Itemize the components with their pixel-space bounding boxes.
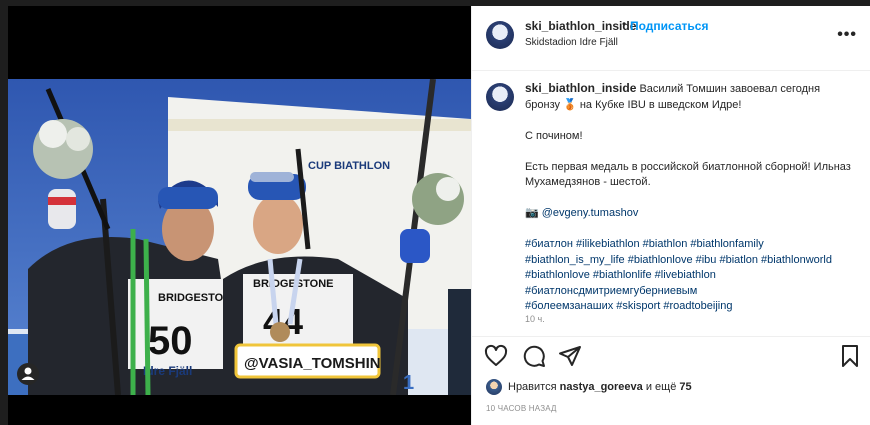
liker-avatar[interactable] [486,379,502,395]
banner-text: CUP BIATHLON [308,160,390,172]
author-username[interactable]: ski_biathlon_inside [525,19,636,33]
post-timestamp[interactable]: 10 ЧАСОВ НАЗАД [486,404,557,413]
photo-tag-label: @VASIA_TOMSHIN [244,355,381,372]
post-location[interactable]: Skidstadion Idre Fjäll [525,37,618,48]
liker-username[interactable]: nastya_goreeva [560,381,643,393]
comment-icon[interactable] [522,344,546,368]
hashtags-line-2[interactable]: #biathlon_is_my_life #biathlonlove #ibu … [525,254,832,266]
venue-left: Idre Fjäll [143,364,192,378]
hashtags-line-4[interactable]: #биатлонсдмитриемгуберниевым [525,285,697,297]
photo-credit-link[interactable]: 📷 @evgeny.tumashov [525,207,638,219]
likes-middle: и ещё [642,380,680,393]
hashtags-line-3[interactable]: #biathlonlove #biathlonlife #livebiathlo… [525,269,716,281]
heart-icon[interactable] [484,344,508,368]
likes-prefix: Нравится [508,380,560,393]
action-bar [472,338,870,374]
follow-button[interactable]: Подписаться [630,19,708,33]
caption-line-2: С почином! [525,129,583,142]
caption-avatar[interactable] [486,83,514,111]
caption-line-3: Есть первая медаль в российской биатлонн… [525,160,851,189]
caption-username[interactable]: ski_biathlon_inside [525,81,636,95]
svg-text:1: 1 [403,372,414,394]
biathletes-photo: CUP BIATHLON BRIDGESTONE 50 Idre Fjäll B… [8,79,471,395]
post-side-panel: ski_biathlon_inside • Подписаться Skidst… [471,6,870,425]
likes-count[interactable]: 75 [679,381,691,393]
post-photo[interactable]: CUP BIATHLON BRIDGESTONE 50 Idre Fjäll B… [8,79,471,395]
bib-left: 50 [148,319,193,363]
separator-dot: • [622,17,627,31]
post-header: ski_biathlon_inside • Подписаться Skidst… [472,6,870,71]
share-icon[interactable] [558,344,582,368]
caption-time: 10 ч. [525,314,545,324]
post-caption: ski_biathlon_inside Василий Томшин завое… [472,71,870,337]
hashtags: #биатлон #ilikebiathlon #biathlon #biath… [525,237,855,315]
author-avatar[interactable] [486,21,514,49]
caption-text: ski_biathlon_inside Василий Томшин завое… [525,81,855,315]
hashtags-line-1[interactable]: #биатлон #ilikebiathlon #biathlon #biath… [525,238,764,250]
more-options-icon[interactable]: ••• [837,26,857,44]
likes-summary: Нравится nastya_goreeva и ещё 75 [486,379,692,395]
save-bookmark-icon[interactable] [838,344,862,368]
post-modal: CUP BIATHLON BRIDGESTONE 50 Idre Fjäll B… [8,6,870,425]
hashtags-line-5[interactable]: #болеемзанаших #skisport #roadtobeijing [525,300,732,312]
